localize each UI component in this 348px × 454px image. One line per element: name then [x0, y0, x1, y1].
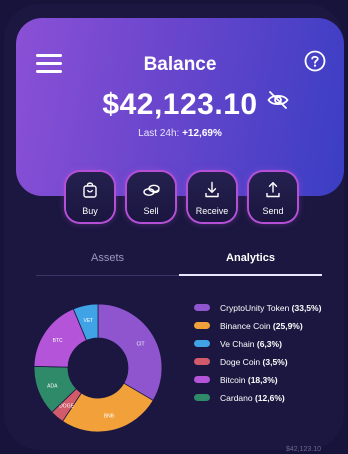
legend-label: Ve Chain (6,3%) [220, 339, 282, 349]
tab-analytics[interactable]: Analytics [179, 252, 322, 264]
coins-icon [143, 184, 160, 196]
action-buttons: Buy Sell Receive Send [0, 172, 348, 232]
legend-swatch [194, 376, 210, 383]
bag-icon [83, 182, 97, 198]
legend-percent: (6,3%) [256, 339, 282, 349]
legend-label: Bitcoin (18,3%) [220, 375, 278, 385]
legend-swatch [194, 394, 210, 401]
receive-label: Receive [195, 206, 229, 216]
legend-percent: (25,9%) [272, 321, 303, 331]
pie-label-doge: DOGE [59, 403, 74, 409]
pie-label-vet: VET [84, 318, 94, 324]
legend-percent: (3,5%) [262, 357, 288, 367]
sell-label: Sell [143, 206, 159, 216]
balance-card: Balance $42,123.10 Last 24h: +12,69% [16, 18, 344, 196]
legend-item: CryptoUnity Token (33,5%) [194, 302, 344, 320]
pie-label-btc: BTC [53, 338, 63, 344]
hide-balance-eye-icon[interactable] [266, 88, 290, 112]
send-button[interactable]: Send [249, 172, 297, 222]
legend-swatch [194, 322, 210, 329]
buy-label: Buy [82, 206, 98, 216]
legend-percent: (33,5%) [291, 303, 322, 313]
download-icon [205, 181, 219, 198]
legend-item: Ve Chain (6,3%) [194, 338, 344, 356]
chart-legend: CryptoUnity Token (33,5%) Binance Coin (2… [194, 302, 344, 410]
page-title: Balance [143, 54, 217, 75]
pie-label-ada: ADA [47, 383, 58, 389]
footer-amount: $42,123.10 [286, 446, 322, 453]
legend-label: Doge Coin (3,5%) [220, 357, 288, 367]
buy-button[interactable]: Buy [66, 172, 114, 222]
tab-assets[interactable]: Assets [36, 252, 179, 264]
pie-label-bnb: BNB [104, 414, 115, 420]
help-icon[interactable] [304, 50, 326, 72]
legend-percent: (18,3%) [247, 375, 278, 385]
legend-swatch [194, 340, 210, 347]
legend-item: Bitcoin (18,3%) [194, 374, 344, 392]
legend-label: Cardano (12,6%) [220, 393, 285, 403]
sell-button[interactable]: Sell [127, 172, 175, 222]
pie-label-cit: CIT [137, 341, 145, 347]
balance-amount: $42,123.10 [102, 88, 258, 121]
legend-percent: (12,6%) [254, 393, 285, 403]
legend-label: Binance Coin (25,9%) [220, 321, 303, 331]
upload-icon [266, 182, 280, 198]
send-label: Send [262, 206, 284, 216]
view-tabs: Assets Analytics [36, 248, 322, 278]
legend-item: Binance Coin (25,9%) [194, 320, 344, 338]
legend-item: Doge Coin (3,5%) [194, 356, 344, 374]
receive-button[interactable]: Receive [188, 172, 236, 222]
portfolio-donut-chart: CIT BNB DOGE ADA BTC VET [33, 303, 163, 433]
legend-label: CryptoUnity Token (33,5%) [220, 303, 322, 313]
change-24h-value: +12,69% [182, 128, 222, 139]
change-24h: Last 24h: +12,69% [138, 128, 222, 139]
active-tab-indicator [179, 274, 322, 276]
legend-item: Cardano (12,6%) [194, 392, 344, 410]
pie-slice-cit [97, 303, 163, 402]
legend-swatch [194, 304, 210, 311]
legend-swatch [194, 358, 210, 365]
